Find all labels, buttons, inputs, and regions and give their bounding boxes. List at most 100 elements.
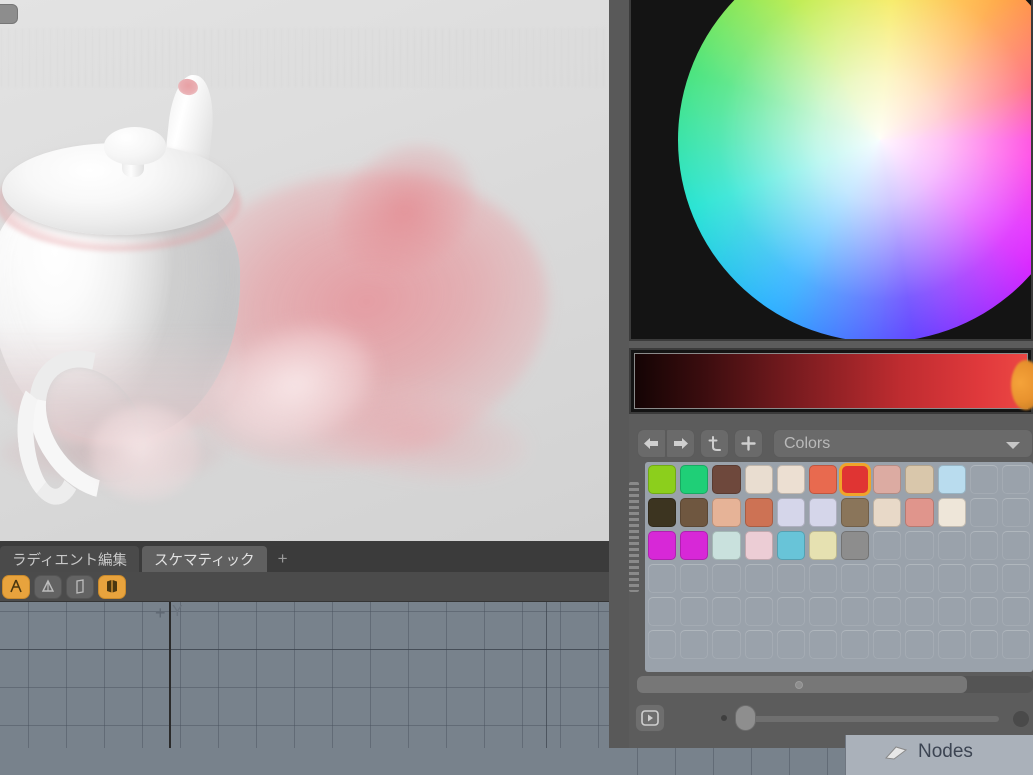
color-swatch-empty[interactable] [938,630,966,659]
color-swatch-empty[interactable] [873,597,901,626]
hsv-color-wheel[interactable] [678,0,1033,341]
color-swatch-empty[interactable] [680,597,708,626]
color-swatch-empty[interactable] [905,597,933,626]
color-swatch-empty[interactable] [970,630,998,659]
color-swatch-empty[interactable] [905,630,933,659]
item-mode-icon[interactable] [98,575,126,599]
color-swatch[interactable] [938,465,966,494]
edge-mode-icon[interactable] [34,575,62,599]
color-swatch-empty[interactable] [873,531,901,560]
color-swatch[interactable] [745,531,773,560]
color-swatch[interactable] [712,498,740,527]
color-swatch[interactable] [680,531,708,560]
size-slider-handle[interactable] [735,705,756,731]
viewport-corner-button[interactable] [0,4,18,24]
color-swatch-empty[interactable] [873,564,901,593]
color-swatch-empty[interactable] [938,597,966,626]
color-swatch-empty[interactable] [841,564,869,593]
color-swatch[interactable] [809,531,837,560]
add-swatch-icon[interactable] [734,429,763,458]
color-swatch-empty[interactable] [745,630,773,659]
panel-drag-grip[interactable] [609,0,629,748]
color-swatch[interactable] [841,465,869,494]
color-swatch-empty[interactable] [777,564,805,593]
back-arrow-icon[interactable] [637,429,666,458]
color-swatch-empty[interactable] [1002,531,1030,560]
color-swatch[interactable] [809,498,837,527]
color-swatch[interactable] [905,498,933,527]
color-swatch-grid[interactable] [645,462,1033,672]
color-swatch-empty[interactable] [680,564,708,593]
color-swatch-empty[interactable] [970,498,998,527]
color-swatch-empty[interactable] [905,564,933,593]
color-swatch-empty[interactable] [905,531,933,560]
color-swatch-empty[interactable] [809,597,837,626]
color-swatch-empty[interactable] [970,597,998,626]
color-swatch-empty[interactable] [938,531,966,560]
value-strip-marker[interactable] [1011,360,1033,410]
swatch-resize-grip[interactable] [629,482,639,592]
color-swatch-empty[interactable] [938,564,966,593]
color-swatch[interactable] [809,465,837,494]
color-swatch[interactable] [648,531,676,560]
color-swatch-empty[interactable] [1002,597,1030,626]
color-library-dropdown[interactable]: Colors [773,429,1033,458]
color-swatch[interactable] [745,465,773,494]
color-swatch[interactable] [873,465,901,494]
color-swatch[interactable] [905,465,933,494]
color-swatch-empty[interactable] [745,597,773,626]
color-swatch-empty[interactable] [777,597,805,626]
add-tab-button[interactable]: + [270,546,296,572]
color-swatch-empty[interactable] [1002,564,1030,593]
color-swatch[interactable] [745,498,773,527]
tab-gradient-editor[interactable]: ラディエント編集 [0,546,139,572]
color-swatch-empty[interactable] [777,630,805,659]
color-swatch-empty[interactable] [970,531,998,560]
render-viewport[interactable] [0,0,609,541]
color-swatch[interactable] [841,531,869,560]
color-swatch-empty[interactable] [648,630,676,659]
color-swatch-empty[interactable] [712,630,740,659]
forward-arrow-icon[interactable] [666,429,695,458]
color-swatch[interactable] [777,531,805,560]
value-brightness-strip[interactable] [634,353,1028,409]
size-large-indicator [1013,711,1029,727]
color-swatch-empty[interactable] [970,465,998,494]
color-swatch-empty[interactable] [841,630,869,659]
color-swatch[interactable] [680,498,708,527]
color-swatch-empty[interactable] [648,597,676,626]
color-swatch[interactable] [841,498,869,527]
color-swatch-empty[interactable] [841,597,869,626]
color-swatch-empty[interactable] [648,564,676,593]
color-swatch[interactable] [938,498,966,527]
color-swatch-empty[interactable] [680,630,708,659]
color-swatch-empty[interactable] [1002,630,1030,659]
parent-folder-icon[interactable] [700,429,729,458]
color-swatch-empty[interactable] [873,630,901,659]
color-swatch[interactable] [777,498,805,527]
vertex-mode-icon[interactable] [2,575,30,599]
scrollbar-thumb[interactable] [637,676,967,693]
color-swatch[interactable] [648,465,676,494]
color-swatch-empty[interactable] [745,564,773,593]
color-swatch[interactable] [777,465,805,494]
tab-schematic[interactable]: スケマティック [142,546,267,572]
color-swatch[interactable] [712,465,740,494]
color-swatch-empty[interactable] [1002,465,1030,494]
color-swatch-empty[interactable] [712,597,740,626]
color-swatch[interactable] [873,498,901,527]
swatch-size-slider[interactable] [721,704,1033,732]
color-swatch-empty[interactable] [809,564,837,593]
nodes-panel-peek[interactable]: Nodes [845,735,1033,775]
size-slider-track[interactable] [743,716,999,722]
swatch-horizontal-scrollbar[interactable] [637,676,1033,693]
color-swatch-empty[interactable] [809,630,837,659]
color-swatch-empty[interactable] [970,564,998,593]
color-swatch[interactable] [680,465,708,494]
preview-toggle-button[interactable] [635,704,665,732]
polygon-mode-icon[interactable] [66,575,94,599]
color-swatch-empty[interactable] [712,564,740,593]
color-swatch[interactable] [648,498,676,527]
color-swatch-empty[interactable] [1002,498,1030,527]
color-swatch[interactable] [712,531,740,560]
